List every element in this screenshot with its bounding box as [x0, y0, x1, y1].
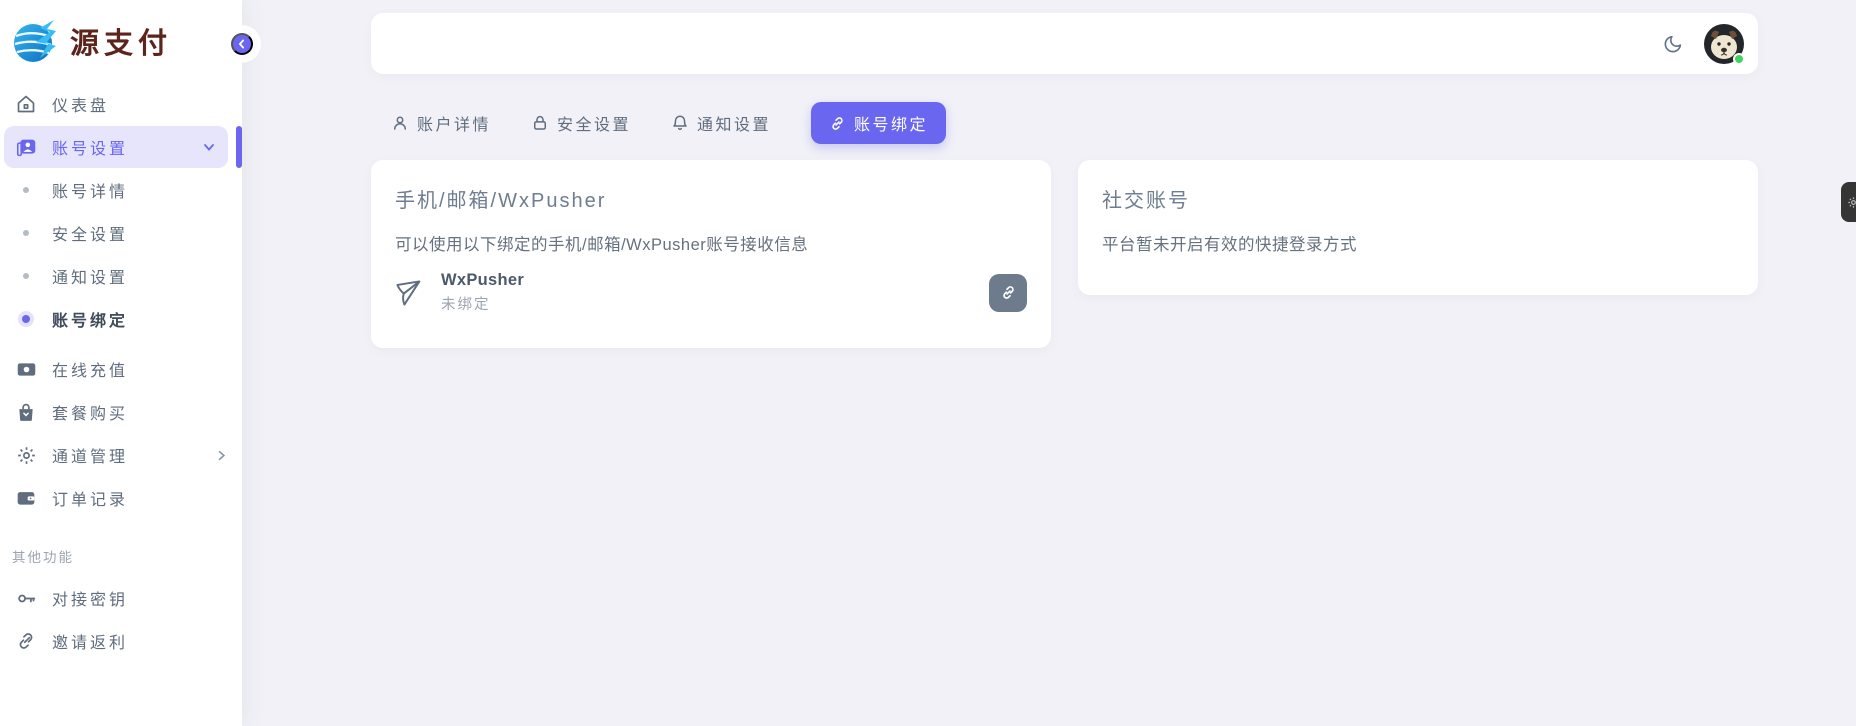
sidebar-item-package-purchase[interactable]: 套餐购买: [0, 391, 242, 433]
binding-row-wxpusher: WxPusher 未绑定: [395, 271, 1027, 324]
active-menu-indicator: [236, 126, 242, 168]
sidebar-item-label: 通道管理: [52, 443, 128, 467]
sidebar-item-security-settings[interactable]: 安全设置: [0, 212, 242, 254]
globe-logo-icon: [10, 16, 62, 66]
sidebar-item-channel-management[interactable]: 通道管理: [0, 434, 242, 476]
tab-security-settings[interactable]: 安全设置: [531, 102, 631, 144]
invite-link-icon: [15, 631, 37, 651]
cards-grid: 手机/邮箱/WxPusher 可以使用以下绑定的手机/邮箱/WxPusher账号…: [371, 160, 1758, 348]
online-status-dot: [1733, 53, 1745, 65]
sidebar-nav: 仪表盘 账号设置 账号详情 安全设置: [0, 78, 242, 662]
sidebar-item-label: 安全设置: [52, 221, 128, 245]
sidebar-item-label: 通知设置: [52, 264, 128, 288]
wallet-icon: [15, 488, 37, 508]
link-icon: [829, 115, 846, 132]
card-title: 手机/邮箱/WxPusher: [395, 184, 1027, 213]
tab-account-detail[interactable]: 账户详情: [391, 102, 491, 144]
sidebar-item-online-recharge[interactable]: 在线充值: [0, 348, 242, 390]
brand-name: 源支付: [70, 20, 172, 62]
shopping-bag-icon: [15, 402, 37, 423]
topbar: [371, 13, 1758, 74]
user-icon: [391, 114, 409, 132]
bind-wxpusher-button[interactable]: [989, 274, 1027, 312]
user-avatar[interactable]: [1704, 24, 1744, 64]
sidebar-item-label: 套餐购买: [52, 400, 128, 424]
tab-notification-settings[interactable]: 通知设置: [671, 102, 771, 144]
gear-icon: [1841, 196, 1856, 209]
user-card-icon: [15, 137, 37, 158]
sidebar-item-account-binding[interactable]: 账号绑定: [0, 298, 242, 340]
banknote-icon: [15, 359, 37, 380]
card-description: 平台暂未开启有效的快捷登录方式: [1102, 231, 1734, 255]
link-icon: [1000, 284, 1017, 301]
bell-icon: [671, 114, 689, 132]
gear-icon: [15, 445, 37, 466]
sidebar: 源支付 仪表盘 账号设置: [0, 0, 242, 726]
lock-icon: [531, 114, 549, 132]
bullet-dot: [15, 230, 37, 236]
card-title: 社交账号: [1102, 184, 1734, 213]
chevron-left-icon: [236, 38, 248, 50]
key-icon: [15, 588, 37, 609]
bullet-dot: [15, 187, 37, 193]
theme-toggle-button[interactable]: [1658, 29, 1688, 59]
binding-name: WxPusher: [441, 271, 524, 290]
theme-settings-drawer-handle[interactable]: [1841, 182, 1856, 222]
sidebar-item-order-records[interactable]: 订单记录: [0, 477, 242, 519]
sidebar-item-dashboard[interactable]: 仪表盘: [0, 83, 242, 125]
sidebar-item-label: 订单记录: [52, 486, 128, 510]
tab-label: 账户详情: [417, 111, 491, 135]
chevron-down-icon: [202, 140, 228, 154]
home-icon: [15, 94, 37, 114]
sidebar-item-label: 账号绑定: [52, 307, 128, 331]
bullet-dot: [15, 273, 37, 279]
wxpusher-icon: [395, 278, 423, 308]
social-accounts-card: 社交账号 平台暂未开启有效的快捷登录方式: [1078, 160, 1758, 295]
tab-label: 账号绑定: [854, 111, 928, 135]
binding-card: 手机/邮箱/WxPusher 可以使用以下绑定的手机/邮箱/WxPusher账号…: [371, 160, 1051, 348]
tab-account-binding[interactable]: 账号绑定: [811, 102, 946, 144]
settings-tabs: 账户详情 安全设置 通知设置: [371, 102, 1758, 144]
sidebar-item-notification-settings[interactable]: 通知设置: [0, 255, 242, 297]
card-description: 可以使用以下绑定的手机/邮箱/WxPusher账号接收信息: [395, 231, 1027, 255]
binding-meta: WxPusher 未绑定: [441, 271, 524, 314]
sidebar-item-api-keys[interactable]: 对接密钥: [0, 577, 242, 619]
sidebar-item-label: 邀请返利: [52, 629, 128, 653]
sidebar-item-invite-rebate[interactable]: 邀请返利: [0, 620, 242, 662]
moon-icon: [1662, 33, 1684, 55]
main-content: 账户详情 安全设置 通知设置: [242, 0, 1856, 726]
sidebar-section-label: 其他功能: [0, 520, 242, 576]
tab-label: 通知设置: [697, 111, 771, 135]
chevron-right-icon: [215, 449, 242, 462]
binding-status: 未绑定: [441, 293, 524, 314]
sidebar-item-label: 账号设置: [52, 135, 128, 159]
tab-label: 安全设置: [557, 111, 631, 135]
sidebar-item-account-detail[interactable]: 账号详情: [0, 169, 242, 211]
sidebar-item-label: 账号详情: [52, 178, 128, 202]
brand[interactable]: 源支付: [0, 0, 242, 78]
bullet-dot-active: [15, 315, 37, 323]
sidebar-item-account-settings[interactable]: 账号设置: [4, 126, 228, 168]
sidebar-collapse-button[interactable]: [231, 33, 253, 55]
sidebar-item-label: 仪表盘: [52, 92, 109, 116]
sidebar-item-label: 对接密钥: [52, 586, 128, 610]
sidebar-item-label: 在线充值: [52, 357, 128, 381]
